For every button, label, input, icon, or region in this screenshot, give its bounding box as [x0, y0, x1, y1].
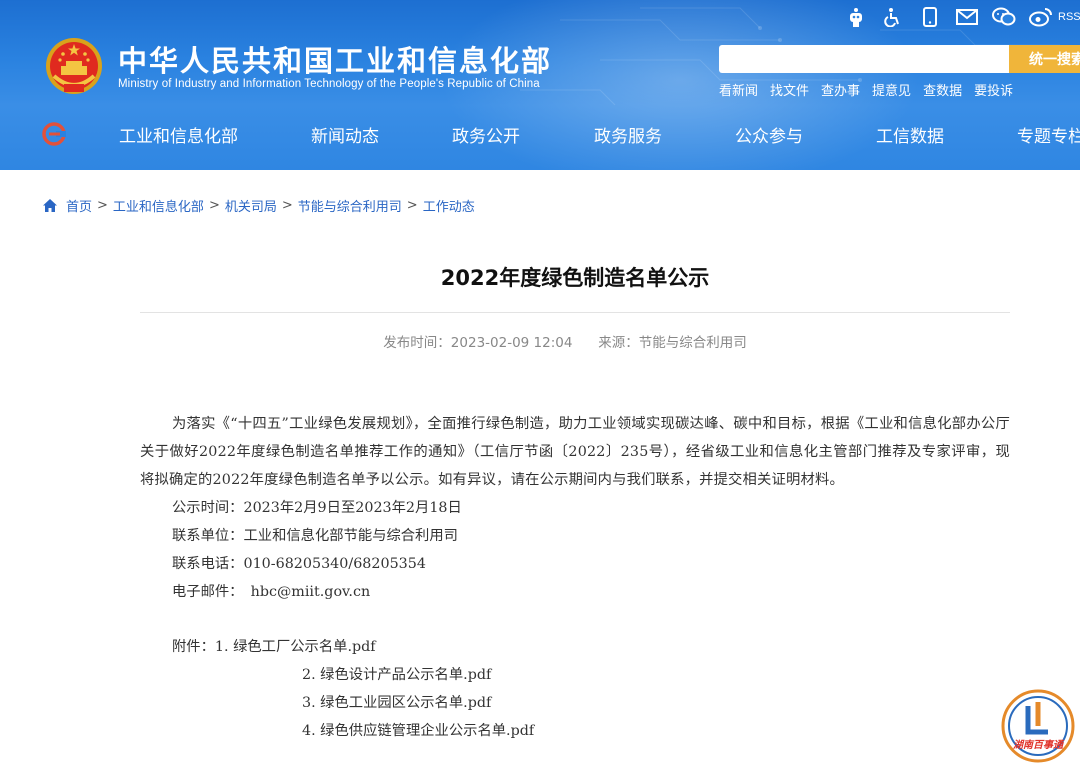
- attachment-row: 2. 绿色设计产品公示名单.pdf: [140, 661, 1010, 689]
- quick-link-news[interactable]: 看新闻: [719, 80, 758, 99]
- publish-time: 2023-02-09 12:04: [450, 335, 573, 351]
- attachment-link-green-industrial-park[interactable]: 3. 绿色工业园区公示名单.pdf: [302, 695, 491, 711]
- notice-period: 公示时间：2023年2月9日至2023年2月18日: [172, 500, 462, 516]
- quick-link-complaint[interactable]: 要投诉: [974, 80, 1013, 99]
- nav-item-news[interactable]: 新闻动态: [311, 122, 379, 147]
- breadcrumb-miit[interactable]: 工业和信息化部: [113, 196, 204, 215]
- breadcrumb-home[interactable]: 首页: [66, 196, 92, 215]
- nav-item-gov-affairs[interactable]: 政务公开: [452, 122, 520, 147]
- rss-link[interactable]: RSS: [1058, 11, 1080, 23]
- title-divider: [140, 312, 1010, 313]
- quick-link-services[interactable]: 查办事: [821, 80, 860, 99]
- home-logo-icon[interactable]: [42, 122, 66, 146]
- nav-item-gov-services[interactable]: 政务服务: [594, 122, 662, 147]
- accessibility-icon[interactable]: [880, 6, 906, 28]
- attachment-row: 3. 绿色工业园区公示名单.pdf: [140, 689, 1010, 717]
- site-subtitle: Ministry of Industry and Information Tec…: [118, 78, 540, 90]
- breadcrumb-separator: >: [97, 198, 108, 213]
- nav-item-data[interactable]: 工信数据: [876, 122, 944, 147]
- attachment-link-green-factory[interactable]: 1. 绿色工厂公示名单.pdf: [215, 639, 376, 655]
- attachment-row: 4. 绿色供应链管理企业公示名单.pdf: [140, 717, 1010, 745]
- top-utility-icons: RSS: [832, 4, 1080, 30]
- breadcrumb-departments[interactable]: 机关司局: [225, 196, 277, 215]
- quick-link-data[interactable]: 查数据: [923, 80, 962, 99]
- contact-phone: 联系电话：010-68205340/68205354: [172, 556, 426, 572]
- breadcrumb-separator: >: [208, 198, 220, 213]
- nav-item-topics[interactable]: 专题专栏: [1017, 122, 1080, 147]
- quick-links: 看新闻 找文件 查办事 提意见 查数据 要投诉: [719, 80, 1025, 99]
- attachment-link-green-design-product[interactable]: 2. 绿色设计产品公示名单.pdf: [302, 667, 491, 683]
- weibo-icon[interactable]: [1028, 6, 1054, 28]
- attachment-link-green-supply-chain[interactable]: 4. 绿色供应链管理企业公示名单.pdf: [302, 723, 534, 739]
- attachments-first-row: 附件：1. 绿色工厂公示名单.pdf: [140, 633, 1010, 661]
- home-icon[interactable]: [42, 198, 58, 213]
- nav-item-participation[interactable]: 公众参与: [735, 122, 803, 147]
- source-label: 来源：: [598, 335, 639, 351]
- robot-icon[interactable]: [843, 6, 869, 28]
- contact-unit: 联系单位：工业和信息化部节能与综合利用司: [172, 528, 458, 544]
- watermark-logo: 湖南百事通: [1001, 689, 1075, 763]
- quick-link-files[interactable]: 找文件: [770, 80, 809, 99]
- publish-time-label: 发布时间：: [383, 335, 451, 351]
- attachments-label: 附件：: [172, 639, 215, 655]
- article-paragraph: 为落实《“十四五”工业绿色发展规划》，全面推行绿色制造，助力工业领域实现碳达峰、…: [140, 416, 1010, 488]
- mobile-icon[interactable]: [917, 6, 943, 28]
- contact-email: 电子邮件： hbc@miit.gov.cn: [172, 584, 371, 600]
- breadcrumb-energy-dept[interactable]: 节能与综合利用司: [298, 196, 402, 215]
- breadcrumb: 首页 > 工业和信息化部 > 机关司局 > 节能与综合利用司 > 工作动态: [42, 196, 475, 215]
- article-body: 为落实《“十四五”工业绿色发展规划》，全面推行绿色制造，助力工业领域实现碳达峰、…: [140, 410, 1010, 745]
- mail-icon[interactable]: [954, 6, 980, 28]
- search-button[interactable]: 统一搜索: [1009, 45, 1080, 73]
- article-meta: 发布时间：2023-02-09 12:04 来源：节能与综合利用司: [0, 331, 1080, 351]
- svg-text:湖南百事通: 湖南百事通: [1013, 739, 1065, 751]
- wechat-icon[interactable]: [991, 6, 1017, 28]
- breadcrumb-separator: >: [406, 198, 418, 213]
- nav-item-miit[interactable]: 工业和信息化部: [119, 122, 238, 147]
- national-emblem-logo[interactable]: [44, 36, 104, 98]
- breadcrumb-work-news[interactable]: 工作动态: [423, 196, 475, 215]
- article-title: 2022年度绿色制造名单公示: [440, 266, 710, 290]
- site-header: 中华人民共和国工业和信息化部 Ministry of Industry and …: [0, 0, 1080, 170]
- article-source: 节能与综合利用司: [638, 335, 747, 351]
- quick-link-feedback[interactable]: 提意见: [872, 80, 911, 99]
- search-input[interactable]: [719, 45, 1009, 73]
- main-nav: 工业和信息化部 新闻动态 政务公开 政务服务 公众参与 工信数据 专题专栏: [0, 112, 1080, 156]
- breadcrumb-separator: >: [281, 198, 293, 213]
- site-title[interactable]: 中华人民共和国工业和信息化部: [118, 38, 552, 80]
